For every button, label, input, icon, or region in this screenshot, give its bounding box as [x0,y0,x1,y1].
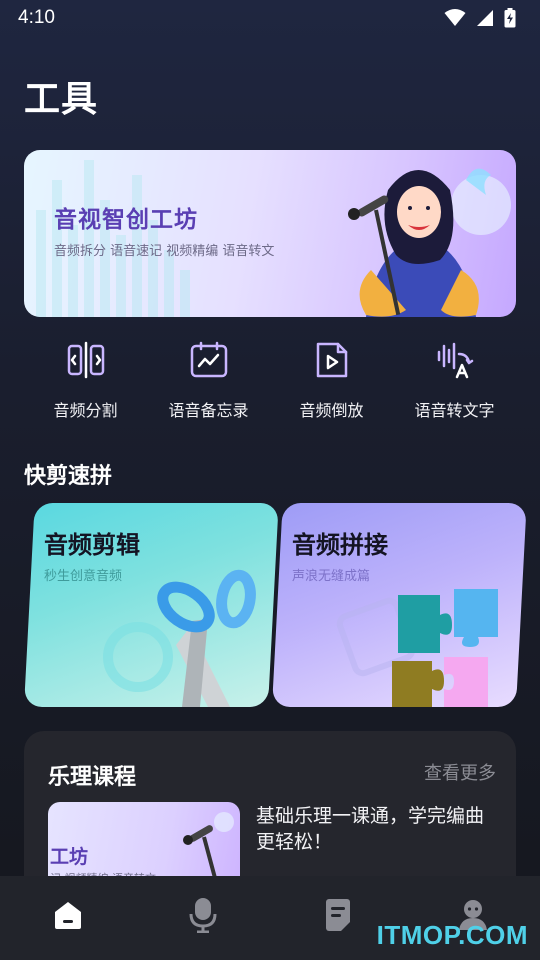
nav-home[interactable] [33,885,103,945]
scissors-icon [103,569,256,707]
tools-row: 音频分割 语音备忘录 音频倒放 语音转文字 [24,338,516,421]
signal-icon [477,10,493,26]
tool-speech-to-text[interactable]: 语音转文字 [393,338,516,421]
watermark: ITMOP.COM [376,920,528,950]
status-bar: 4:10 [0,0,540,36]
course-section-title: 乐理课程 [48,765,137,790]
audio-join-card[interactable]: 音频拼接 声浪无缝成篇 [272,503,527,707]
status-icons [444,8,516,28]
document-icon [325,899,350,931]
card-title: 音频拼接 [292,531,388,559]
view-more-link[interactable]: 查看更多 [424,759,496,785]
audio-edit-card[interactable]: 音频剪辑 秒生创意音频 [24,503,279,707]
battery-charging-icon [504,8,516,28]
course-description[interactable]: 基础乐理一课通，学完编曲更轻松！ [256,803,488,855]
promo-banner[interactable]: 音视智创工坊 音频拆分 语音速记 视频精编 语音转文 [24,150,516,317]
card-title: 音频剪辑 [44,531,140,559]
tool-voice-memo[interactable]: 语音备忘录 [147,338,270,421]
microphone-icon [189,898,216,933]
nav-files[interactable] [303,885,373,945]
audio-split-icon [64,338,108,382]
voice-memo-icon [187,338,231,382]
page-title: 工具 [24,79,99,120]
singer-illustration [348,168,511,317]
tool-audio-reverse[interactable]: 音频倒放 [270,338,393,421]
speech-to-text-icon [433,338,477,382]
puzzle-icon [336,589,498,707]
section-title-quick-edit: 快剪速拼 [24,464,113,489]
tool-label: 音频分割 [53,401,118,420]
tool-audio-split[interactable]: 音频分割 [24,338,147,421]
home-icon [54,902,81,929]
tool-label: 音频倒放 [299,401,364,420]
tool-label: 语音备忘录 [168,401,249,420]
nav-record[interactable] [168,885,238,945]
wifi-icon [444,9,466,26]
thumbnail-title: 工坊 [50,846,89,868]
banner-subtitle: 音频拆分 语音速记 视频精编 语音转文 [54,244,275,259]
status-time: 4:10 [18,7,55,28]
audio-reverse-icon [310,338,354,382]
banner-title: 音视智创工坊 [54,207,198,233]
tool-label: 语音转文字 [414,401,495,420]
